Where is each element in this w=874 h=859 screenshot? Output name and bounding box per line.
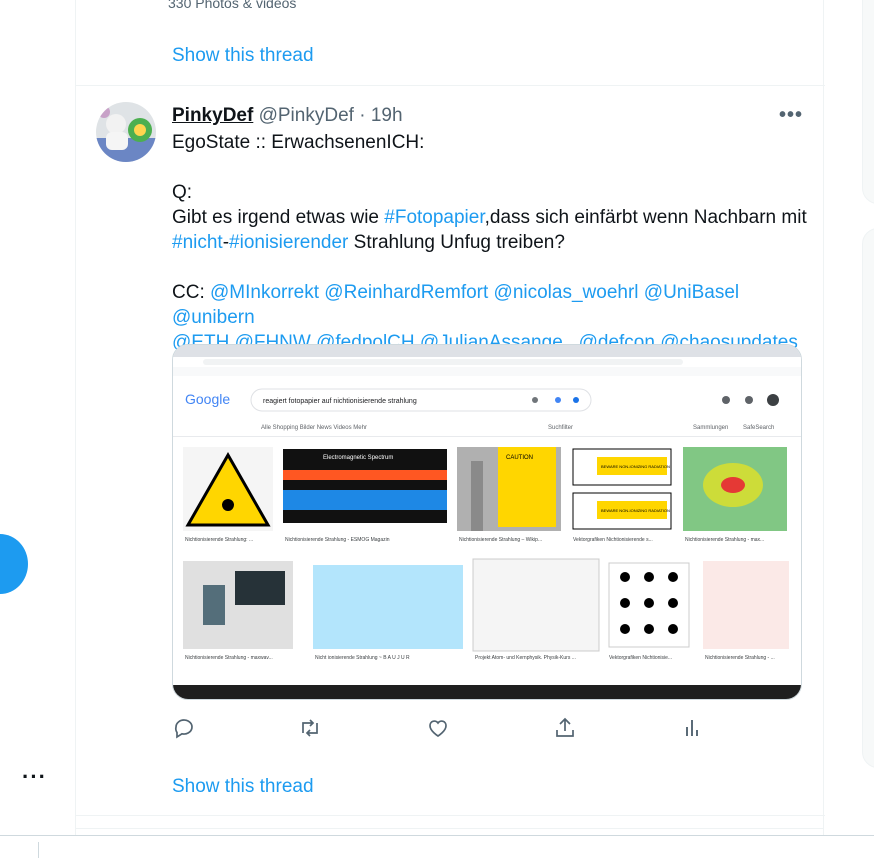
user-handle[interactable]: @PinkyDef [259, 105, 354, 126]
avatar-image [96, 102, 156, 162]
divider [38, 842, 39, 858]
search-query: reagiert fotopapier auf nichtionisierend… [263, 398, 417, 405]
separator: · [359, 105, 366, 126]
svg-text:Alle Shopping Bilder New: Alle Shopping Bilder News Videos Mehr [261, 425, 367, 431]
more-menu-icon[interactable]: ··· [22, 766, 47, 788]
left-rail: ··· [0, 0, 76, 859]
hashtag-link[interactable]: #ionisierender [229, 232, 348, 253]
text-line-empty [172, 255, 812, 280]
cc-label: CC: [172, 282, 210, 303]
right-sidebar-card-bottom [862, 228, 874, 768]
spectrum-label: Electromagnetic Spectrum [323, 455, 393, 461]
google-images-screenshot: Google reagiert fotopapier auf nichtioni… [173, 345, 801, 699]
display-name[interactable]: PinkyDef [172, 105, 253, 126]
tweet-actions [172, 716, 712, 742]
text-span: Strahlung Unfug treiben? [348, 232, 565, 253]
svg-text:Vektorgrafiken Nichtionisie...: Vektorgrafiken Nichtionisie... [609, 655, 672, 661]
search-tools: Suchfilter [548, 425, 573, 431]
collections: Sammlungen [693, 425, 728, 431]
avatar[interactable] [96, 102, 156, 162]
text-line: #nicht-#ionisierender Strahlung Unfug tr… [172, 230, 812, 255]
svg-text:Nichtionisierende Strahlung -: Nichtionisierende Strahlung - maxwav... [185, 655, 273, 661]
text-line: EgoState :: ErwachsenenICH: [172, 132, 425, 153]
svg-text:Nicht ionisierende Strahlung ~: Nicht ionisierende Strahlung ~ B A U J U… [315, 655, 410, 661]
tweet-header: PinkyDef @PinkyDef · 19h [172, 105, 403, 127]
google-logo: Google [185, 391, 230, 407]
svg-text:Nichtionisierende Strahlung -: Nichtionisierende Strahlung - max... [685, 537, 764, 543]
tweet[interactable]: PinkyDef @PinkyDef · 19h ••• EgoState ::… [76, 86, 825, 816]
beware-label: BEWARE NON-IONIZING RADIATION [601, 464, 670, 469]
text-line: Gibt es irgend etwas wie #Fotopapier,das… [172, 205, 812, 230]
hashtag-link[interactable]: #Fotopapier [384, 207, 484, 228]
svg-text:Vektorgrafiken Nichtionisieren: Vektorgrafiken Nichtionisierende s... [573, 537, 653, 543]
hashtag-link[interactable]: #nicht [172, 232, 223, 253]
svg-text:Nichtionisierende Strahlung -: Nichtionisierende Strahlung - ESMOG Maga… [285, 537, 390, 543]
retweet-icon[interactable] [298, 716, 322, 740]
text-span: ,dass sich einfärbt wenn Nachbarn mit [484, 207, 807, 228]
text-line: Q: [172, 182, 193, 203]
show-thread-link[interactable]: Show this thread [172, 776, 314, 798]
like-icon[interactable] [426, 716, 450, 740]
tweet-media-image[interactable]: Google reagiert fotopapier auf nichtioni… [172, 344, 802, 700]
text-line: CC: @MInkorrekt @ReinhardRemfort @nicola… [172, 280, 812, 330]
show-thread-link[interactable]: Show this thread [172, 45, 314, 67]
previous-tweet[interactable]: 330 Photos & videos Show this thread [76, 0, 825, 86]
caution-label: CAUTION [506, 455, 533, 461]
safesearch: SafeSearch [743, 425, 774, 431]
mention-links[interactable]: @MInkorrekt @ReinhardRemfort @nicolas_wo… [172, 282, 739, 328]
text-span: Gibt es irgend etwas wie [172, 207, 385, 228]
bottom-bar [0, 835, 874, 859]
right-sidebar-card-top [862, 0, 874, 204]
tweet-text: EgoState :: ErwachsenenICH: Q: Gibt es i… [172, 130, 812, 355]
reply-icon[interactable] [172, 716, 196, 740]
compose-tweet-button[interactable] [0, 534, 28, 594]
analytics-icon[interactable] [680, 716, 704, 740]
timestamp[interactable]: 19h [371, 105, 403, 126]
share-icon[interactable] [553, 716, 577, 740]
more-horizontal-icon[interactable]: ••• [779, 104, 803, 127]
svg-text:Nichtionisierende Strahlung: .: Nichtionisierende Strahlung: ... [185, 537, 253, 543]
svg-text:Nichtionisierende Strahlung -: Nichtionisierende Strahlung - ... [705, 655, 775, 661]
beware-label: BEWARE NON-IONIZING RADIATION [601, 508, 670, 513]
svg-text:Projekt Atom- und Kernphysik.: Projekt Atom- und Kernphysik. Physik-Kur… [475, 655, 576, 661]
text-line-empty [172, 155, 812, 180]
timeline-column: 330 Photos & videos Show this thread Pin… [75, 0, 825, 835]
media-caption: 330 Photos & videos [168, 0, 297, 11]
svg-text:Nichtionisierende Strahlung –: Nichtionisierende Strahlung – Wikip... [459, 537, 542, 543]
